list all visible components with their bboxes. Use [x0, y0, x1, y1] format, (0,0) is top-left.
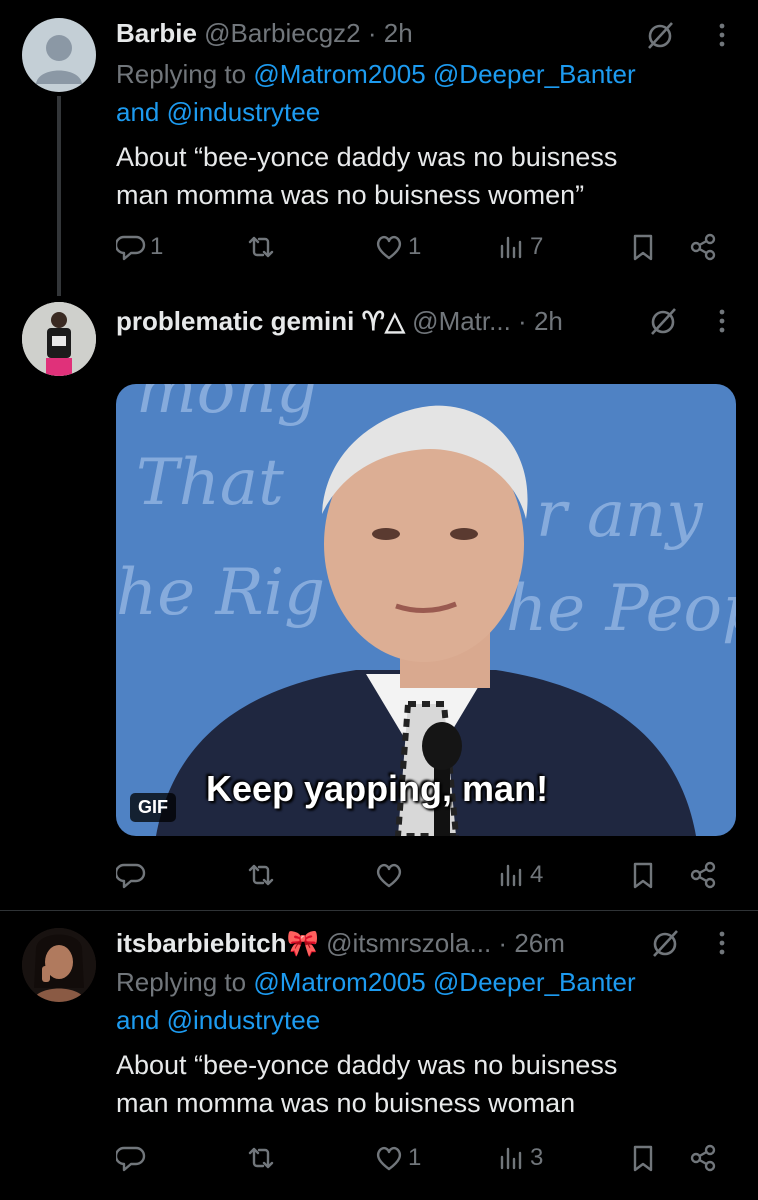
bookmark-button[interactable]	[628, 1140, 658, 1176]
display-name[interactable]: Barbie	[116, 18, 197, 48]
gif-badge: GIF	[130, 793, 176, 822]
views-button[interactable]: 3	[496, 1140, 543, 1176]
reply-button[interactable]: 1	[116, 229, 163, 265]
separator: ·	[498, 928, 508, 958]
separator: ·	[367, 18, 377, 48]
avatar[interactable]	[22, 928, 96, 1002]
share-icon	[690, 233, 716, 261]
timeline: Barbie @Barbiecgz2 · 2h Replying to @Mat…	[0, 0, 758, 1200]
like-icon	[376, 235, 402, 260]
replying-to: Replying to @Matrom2005 @Deeper_Banter	[116, 55, 718, 93]
gif-caption: Keep yapping, man!	[206, 768, 549, 809]
more-icon[interactable]	[712, 306, 732, 336]
reply-count: 1	[150, 233, 164, 260]
tweet-barbie[interactable]: Barbie @Barbiecgz2 · 2h Replying to @Mat…	[0, 0, 758, 300]
reply-icon	[116, 235, 146, 261]
view-count: 3	[530, 1144, 544, 1171]
bookmark-icon	[633, 234, 653, 261]
reply-icon	[116, 863, 146, 889]
name-emoji: 🎀	[286, 928, 319, 958]
mention-link[interactable]: @Deeper_Banter	[433, 59, 636, 89]
tweet-text-line: About “bee-yonce daddy was no buisness	[116, 142, 618, 172]
like-icon	[376, 863, 402, 888]
tweet-header: problematic gemini ♈︎△ @Matr... · 2h	[116, 304, 718, 338]
tweet-text-line: man momma was no buisness woman	[116, 1088, 576, 1118]
replying-label: Replying to	[116, 59, 247, 89]
timestamp[interactable]: 2h	[384, 18, 413, 48]
views-button[interactable]: 7	[496, 229, 543, 265]
bookmark-icon	[633, 1145, 653, 1172]
replying-to-cont: and @industrytee	[116, 1001, 718, 1039]
share-icon	[690, 861, 716, 889]
divider	[0, 910, 758, 911]
bookmark-icon	[633, 862, 653, 889]
grok-icon[interactable]	[648, 306, 678, 336]
display-name[interactable]: itsbarbiebitch	[116, 928, 286, 958]
like-count: 1	[408, 233, 422, 260]
retweet-button[interactable]	[246, 1140, 276, 1176]
mention-link[interactable]: @industrytee	[167, 97, 321, 127]
grok-icon[interactable]	[645, 20, 675, 50]
views-icon	[500, 1147, 522, 1170]
user-handle[interactable]: @itsmrszola...	[326, 928, 491, 958]
views-icon	[500, 864, 522, 887]
others-link[interactable]: and	[116, 1005, 159, 1035]
retweet-icon	[248, 236, 274, 258]
tweet-itsbarbiebitch[interactable]: itsbarbiebitch🎀 @itsmrszola... · 26m Rep…	[0, 912, 758, 1200]
timestamp[interactable]: 26m	[514, 928, 565, 958]
reply-button[interactable]	[116, 857, 146, 893]
mention-link[interactable]: @industrytee	[167, 1005, 321, 1035]
share-button[interactable]	[688, 1140, 718, 1176]
avatar-image	[22, 928, 96, 1002]
gif-media[interactable]: mong That r any he Rig he Peop GIF Keep …	[116, 384, 736, 836]
tweet-header: itsbarbiebitch🎀 @itsmrszola... · 26m	[116, 926, 718, 960]
retweet-button[interactable]	[246, 229, 276, 265]
replying-to-cont: and @industrytee	[116, 93, 718, 131]
like-icon	[376, 1146, 402, 1171]
thread-connector	[57, 96, 61, 296]
mention-link[interactable]: @Deeper_Banter	[433, 967, 636, 997]
share-icon	[690, 1144, 716, 1172]
share-button[interactable]	[688, 857, 718, 893]
bookmark-button[interactable]	[628, 857, 658, 893]
more-icon[interactable]	[712, 928, 732, 958]
reply-button[interactable]	[116, 1140, 146, 1176]
share-button[interactable]	[688, 229, 718, 265]
views-button[interactable]: 4	[496, 857, 543, 893]
like-button[interactable]	[374, 857, 404, 893]
default-avatar-icon	[36, 35, 82, 84]
retweet-icon	[248, 864, 274, 886]
timestamp[interactable]: 2h	[534, 306, 563, 336]
avatar[interactable]	[22, 18, 96, 92]
mention-link[interactable]: @Matrom2005	[253, 59, 425, 89]
replying-to: Replying to @Matrom2005 @Deeper_Banter	[116, 963, 718, 1001]
view-count: 7	[530, 233, 544, 260]
user-handle[interactable]: @Matr...	[412, 306, 511, 336]
avatar-image	[22, 302, 96, 376]
tweet-header: Barbie @Barbiecgz2 · 2h	[116, 16, 718, 50]
like-button[interactable]: 1	[374, 1140, 421, 1176]
retweet-button[interactable]	[246, 857, 276, 893]
tweet-text-line: man momma was no buisness women”	[116, 180, 585, 210]
separator: ·	[518, 306, 527, 336]
retweet-icon	[248, 1147, 274, 1169]
like-count: 1	[408, 1144, 422, 1171]
more-icon[interactable]	[712, 20, 732, 50]
user-handle[interactable]: @Barbiecgz2	[204, 18, 360, 48]
views-icon	[500, 236, 522, 259]
mention-link[interactable]: @Matrom2005	[253, 967, 425, 997]
replying-label: Replying to	[116, 967, 247, 997]
tweet-text-line: About “bee-yonce daddy was no buisness	[116, 1050, 618, 1080]
others-link[interactable]: and	[116, 97, 159, 127]
name-emoji: ♈︎△	[361, 306, 405, 336]
reply-icon	[116, 1146, 146, 1172]
bookmark-button[interactable]	[628, 229, 658, 265]
display-name[interactable]: problematic gemini	[116, 306, 354, 336]
like-button[interactable]: 1	[374, 229, 421, 265]
view-count: 4	[530, 861, 544, 888]
avatar[interactable]	[22, 302, 96, 376]
grok-icon[interactable]	[650, 928, 680, 958]
